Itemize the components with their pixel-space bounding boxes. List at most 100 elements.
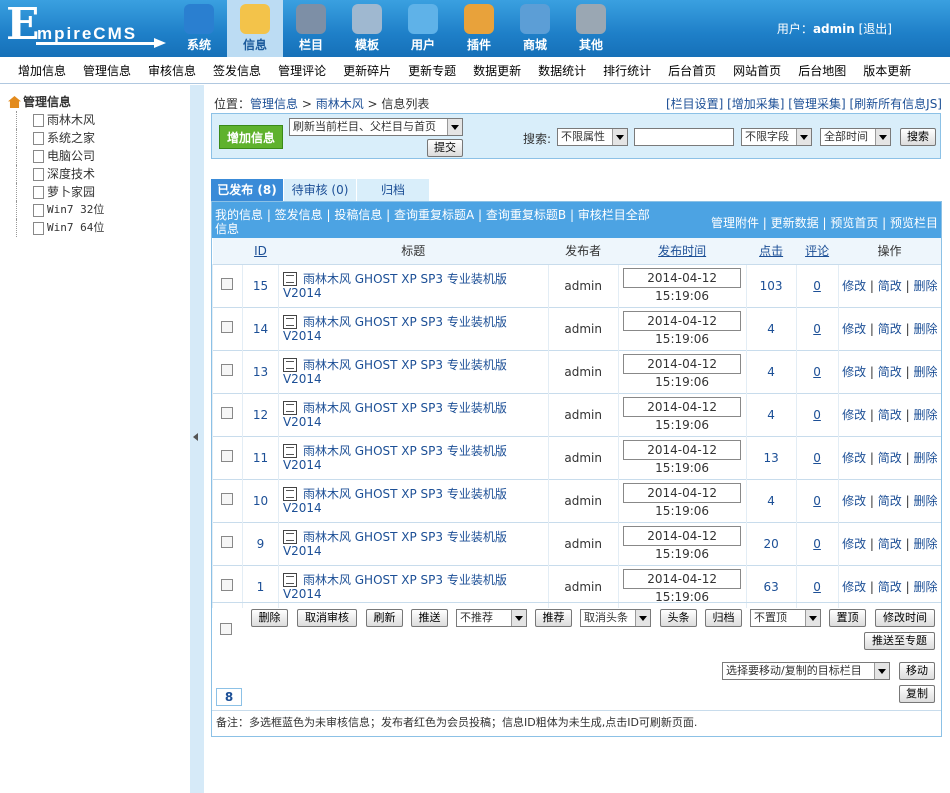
push-button[interactable]: 推送 — [411, 609, 448, 627]
row-checkbox[interactable] — [221, 321, 234, 333]
menu-item[interactable]: 管理评论 — [278, 62, 326, 79]
move-button[interactable]: 移动 — [899, 662, 935, 680]
menu-item[interactable]: 后台地图 — [798, 62, 846, 79]
quick-edit-link[interactable]: 简改 — [878, 365, 902, 379]
nav-tab-3[interactable]: 模板 — [339, 0, 395, 57]
sidebar-splitter[interactable] — [190, 85, 204, 793]
field-select[interactable]: 不限字段 — [741, 128, 812, 146]
menu-item[interactable]: 网站首页 — [733, 62, 781, 79]
row-id[interactable]: 10 — [241, 478, 279, 522]
row-comments[interactable]: 0 — [813, 580, 821, 594]
tree-item[interactable]: Win7 32位 — [16, 201, 190, 219]
row-checkbox[interactable] — [221, 450, 234, 462]
header-id[interactable]: ID — [242, 238, 279, 264]
edit-link[interactable]: 修改 — [842, 580, 866, 594]
edit-link[interactable]: 修改 — [842, 322, 866, 336]
nav-tab-5[interactable]: 插件 — [451, 0, 507, 57]
row-comments[interactable]: 0 — [813, 494, 821, 508]
tree-item[interactable]: 电脑公司 — [16, 147, 190, 165]
quick-edit-link[interactable]: 简改 — [878, 537, 902, 551]
nav-tab-2[interactable]: 栏目 — [283, 0, 339, 57]
quick-edit-link[interactable]: 简改 — [878, 494, 902, 508]
delete-link[interactable]: 删除 — [913, 537, 937, 551]
target-category-select[interactable]: 选择要移动/复制的目标栏目 — [722, 662, 890, 680]
row-checkbox[interactable] — [221, 407, 234, 419]
submit-button[interactable]: 提交 — [427, 139, 463, 157]
row-id[interactable]: 12 — [241, 392, 279, 436]
nav-tab-6[interactable]: 商城 — [507, 0, 563, 57]
tab-archive[interactable]: 归档 — [357, 179, 429, 201]
archive-button[interactable]: 归档 — [705, 609, 742, 627]
row-title-text[interactable]: 雨林木风 GHOST XP SP3 专业装机版 V2014 — [283, 530, 507, 558]
row-title[interactable]: 雨林木风 GHOST XP SP3 专业装机版 V2014 — [277, 521, 549, 565]
logout-link[interactable]: [退出] — [859, 22, 892, 36]
info-tool-links[interactable]: 管理附件 | 更新数据 | 预览首页 | 预览栏目 — [711, 214, 938, 231]
edit-link[interactable]: 修改 — [842, 494, 866, 508]
nav-tab-1[interactable]: 信息 — [227, 0, 283, 57]
menu-item[interactable]: 后台首页 — [668, 62, 716, 79]
row-title[interactable]: 雨林木风 GHOST XP SP3 专业装机版 V2014 — [277, 306, 549, 350]
menu-item[interactable]: 版本更新 — [863, 62, 911, 79]
row-comments[interactable]: 0 — [813, 537, 821, 551]
menu-item[interactable]: 数据更新 — [473, 62, 521, 79]
menu-item[interactable]: 签发信息 — [213, 62, 261, 79]
row-time[interactable]: 2014-04-12 15:19:06 — [623, 268, 742, 303]
edit-link[interactable]: 修改 — [842, 365, 866, 379]
row-time[interactable]: 2014-04-12 15:19:06 — [623, 354, 742, 389]
nav-tab-4[interactable]: 用户 — [395, 0, 451, 57]
row-checkbox[interactable] — [221, 579, 234, 592]
attribute-select[interactable]: 不限属性 — [557, 128, 628, 146]
top-select[interactable]: 不置顶 — [750, 609, 821, 627]
row-title-text[interactable]: 雨林木风 GHOST XP SP3 专业装机版 V2014 — [283, 272, 507, 300]
delete-link[interactable]: 删除 — [913, 408, 937, 422]
info-filter-links[interactable]: 我的信息 | 签发信息 | 投稿信息 | 查询重复标题A | 查询重复标题B |… — [215, 208, 655, 236]
delete-link[interactable]: 删除 — [913, 451, 937, 465]
row-id[interactable]: 15 — [241, 263, 279, 307]
row-title-text[interactable]: 雨林木风 GHOST XP SP3 专业装机版 V2014 — [283, 573, 507, 601]
quick-edit-link[interactable]: 简改 — [878, 580, 902, 594]
row-id[interactable]: 13 — [241, 349, 279, 393]
edit-link[interactable]: 修改 — [842, 408, 866, 422]
header-time[interactable]: 发布时间 — [618, 238, 747, 264]
delete-button[interactable]: 删除 — [251, 609, 288, 627]
row-time[interactable]: 2014-04-12 15:19:06 — [623, 311, 742, 346]
edit-time-button[interactable]: 修改时间 — [875, 609, 935, 627]
menu-item[interactable]: 增加信息 — [18, 62, 66, 79]
search-input[interactable] — [634, 128, 734, 146]
recommend-button[interactable]: 推荐 — [535, 609, 572, 627]
row-title-text[interactable]: 雨林木风 GHOST XP SP3 专业装机版 V2014 — [283, 401, 507, 429]
tree-item[interactable]: 系统之家 — [16, 129, 190, 147]
row-comments[interactable]: 0 — [813, 322, 821, 336]
menu-item[interactable]: 数据统计 — [538, 62, 586, 79]
tab-published[interactable]: 已发布 (8) — [211, 179, 283, 201]
menu-item[interactable]: 排行统计 — [603, 62, 651, 79]
delete-link[interactable]: 删除 — [913, 322, 937, 336]
row-comments[interactable]: 0 — [813, 365, 821, 379]
search-button[interactable]: 搜索 — [900, 128, 936, 146]
tree-root[interactable]: 管理信息 — [8, 93, 190, 111]
row-checkbox[interactable] — [221, 364, 234, 376]
collapse-arrow-icon[interactable] — [193, 433, 198, 441]
page-number[interactable]: 8 — [216, 688, 242, 706]
menu-item[interactable]: 更新碎片 — [343, 62, 391, 79]
row-time[interactable]: 2014-04-12 15:19:06 — [623, 440, 742, 475]
header-comments[interactable]: 评论 — [796, 238, 839, 264]
empirecms-logo[interactable]: E mpireCMS — [6, 0, 166, 50]
row-id[interactable]: 14 — [241, 306, 279, 350]
menu-item[interactable]: 审核信息 — [148, 62, 196, 79]
refresh-button[interactable]: 刷新 — [366, 609, 403, 627]
time-select[interactable]: 全部时间 — [820, 128, 891, 146]
quick-edit-link[interactable]: 简改 — [878, 408, 902, 422]
headline-button[interactable]: 头条 — [660, 609, 697, 627]
row-title-text[interactable]: 雨林木风 GHOST XP SP3 专业装机版 V2014 — [283, 487, 507, 515]
quick-edit-link[interactable]: 简改 — [878, 279, 902, 293]
row-title[interactable]: 雨林木风 GHOST XP SP3 专业装机版 V2014 — [277, 263, 549, 307]
tree-item[interactable]: 深度技术 — [16, 165, 190, 183]
add-info-button[interactable]: 增加信息 — [219, 125, 283, 149]
select-all-checkbox[interactable] — [220, 623, 232, 635]
row-id[interactable]: 11 — [241, 435, 279, 479]
row-title[interactable]: 雨林木风 GHOST XP SP3 专业装机版 V2014 — [277, 392, 549, 436]
breadcrumb-category[interactable]: 雨林木风 — [316, 97, 364, 111]
nav-tab-7[interactable]: 其他 — [563, 0, 619, 57]
quick-edit-link[interactable]: 简改 — [878, 451, 902, 465]
